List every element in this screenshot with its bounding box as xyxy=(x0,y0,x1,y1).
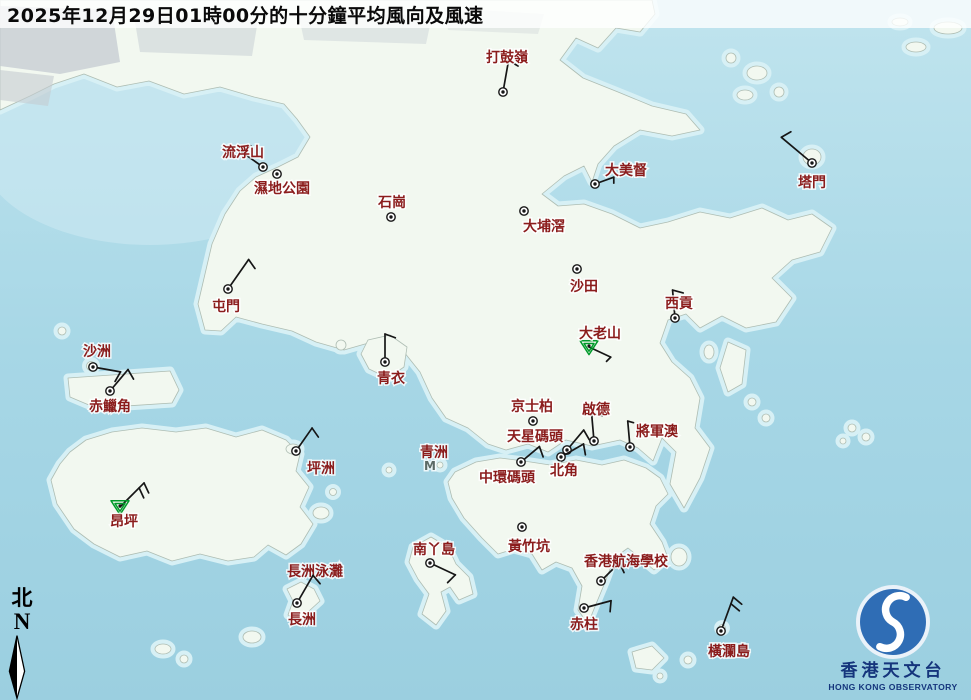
station-label: 石崗 xyxy=(377,194,406,211)
station-marker-dot xyxy=(522,209,525,212)
station-label: 塔門 xyxy=(798,174,826,191)
station-marker-dot xyxy=(587,344,590,347)
station-marker-dot xyxy=(295,601,298,604)
station-marker-dot xyxy=(593,182,596,185)
station-label: 長洲 xyxy=(288,612,316,628)
station-label: 黃竹坑 xyxy=(507,538,550,555)
station-label: 濕地公園 xyxy=(254,180,310,197)
north-label-chinese: 北 xyxy=(2,586,42,610)
station-label: 屯門 xyxy=(212,298,240,315)
station-marker-dot xyxy=(519,460,522,463)
station-marker-dot xyxy=(673,316,676,319)
station-marker-dot xyxy=(559,455,562,458)
station-label: 打鼓嶺 xyxy=(486,49,529,66)
station-label: 啟德 xyxy=(582,401,610,418)
station-marker-dot xyxy=(810,161,813,164)
station-marker-dot xyxy=(261,165,264,168)
station-label: 大埔滘 xyxy=(523,218,565,235)
station-label: 香港航海學校 xyxy=(583,553,669,570)
station-label: 沙洲 xyxy=(83,344,111,360)
station-marker-dot xyxy=(118,504,121,507)
map-title: 2025年12月29日01時00分的十分鐘平均風向及風速 xyxy=(0,1,484,28)
station-marker-dot xyxy=(428,561,431,564)
station-label: 京士柏 xyxy=(511,398,553,415)
station-label: 流浮山 xyxy=(222,144,264,161)
station-label: 南丫島 xyxy=(413,541,455,558)
station-label: 青衣 xyxy=(377,370,406,387)
station-label: 坪洲 xyxy=(307,461,335,477)
station-marker-dot xyxy=(226,287,229,290)
station-marker-dot xyxy=(592,439,595,442)
station-label: 西貢 xyxy=(665,296,693,312)
north-indicator: 北 N xyxy=(2,586,42,700)
station-marker-dot xyxy=(275,172,278,175)
station-marker-dot xyxy=(719,629,722,632)
station-marker-dot xyxy=(501,90,504,93)
station-label: 天星碼頭 xyxy=(507,429,564,445)
station-label: 昂坪 xyxy=(110,514,138,530)
urban-shekou xyxy=(0,70,54,106)
hko-name-chinese: 香港天文台 xyxy=(841,660,946,681)
station-marker-dot xyxy=(575,267,578,270)
station-label: 大美督 xyxy=(605,162,647,179)
missing-data-indicator: M xyxy=(424,459,436,473)
station-marker-dot xyxy=(294,449,297,452)
map-frame: 打鼓嶺流浮山濕地公園石崗 大美督塔門大埔滘沙田西貢 屯門大老山沙洲赤鱲角 青衣京士柏 啟… xyxy=(0,0,971,700)
station-label: 大老山 xyxy=(579,325,621,342)
station-marker-dot xyxy=(565,448,568,451)
station-marker-dot xyxy=(108,389,111,392)
station-marker-dot xyxy=(531,419,534,422)
hko-logo-icon: 香港天文台 HONG KONG OBSERVATORY xyxy=(823,584,963,696)
station-label: 赤鱲角 xyxy=(89,398,131,415)
hko-logo: 香港天文台 HONG KONG OBSERVATORY xyxy=(823,584,963,696)
compass-needle-icon xyxy=(2,634,32,700)
hko-name-english: HONG KONG OBSERVATORY xyxy=(828,682,957,692)
station-marker-dot xyxy=(383,360,386,363)
station-label: 將軍澳 xyxy=(636,423,679,440)
station-label: 中環碼頭 xyxy=(479,469,536,486)
station-marker-dot xyxy=(91,365,94,368)
north-label-letter: N xyxy=(2,610,42,634)
station-marker-dot xyxy=(520,525,523,528)
title-bar: 2025年12月29日01時00分的十分鐘平均風向及風速 xyxy=(0,0,971,28)
station-label: 橫瀾島 xyxy=(708,643,750,660)
station-label: 赤柱 xyxy=(570,616,598,633)
station-marker-dot xyxy=(389,215,392,218)
station-label: 沙田 xyxy=(570,279,598,295)
station-marker-dot xyxy=(582,606,585,609)
station-label: 北角 xyxy=(550,462,578,479)
station-marker-dot xyxy=(628,445,631,448)
station-marker-dot xyxy=(599,579,602,582)
wind-barb-feather xyxy=(610,601,611,612)
